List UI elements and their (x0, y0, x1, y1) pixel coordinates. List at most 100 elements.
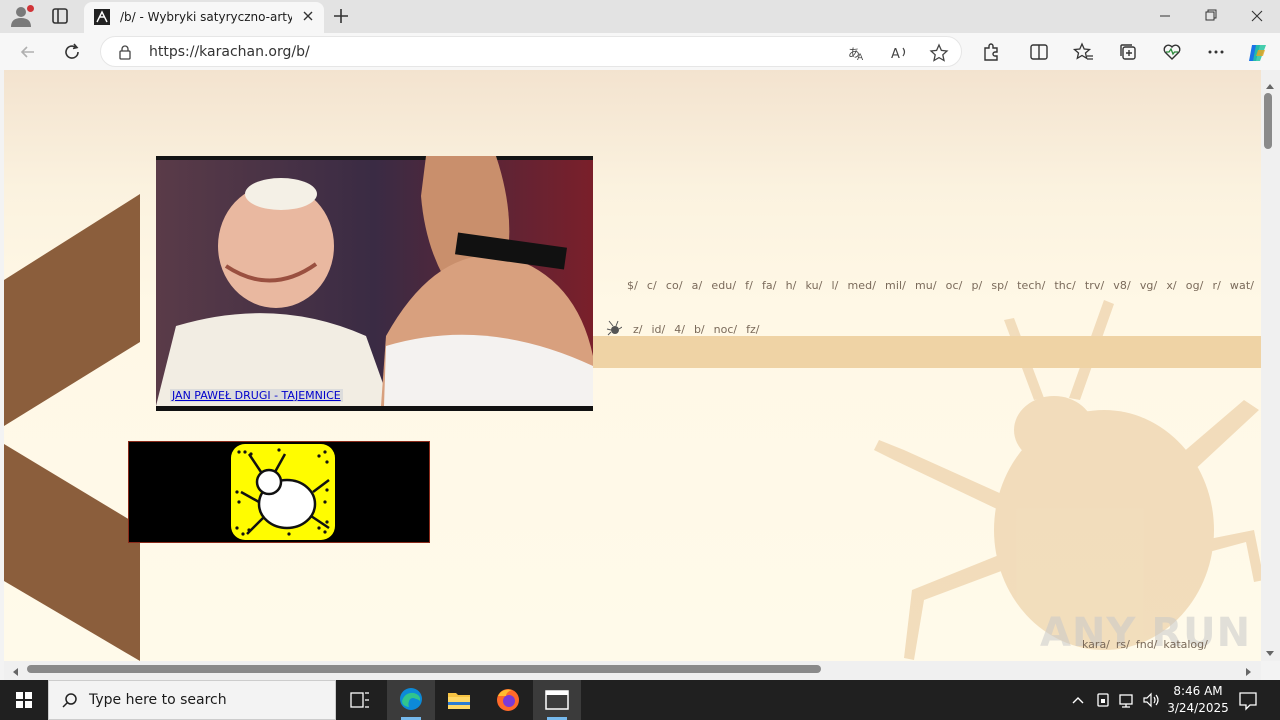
window-icon[interactable] (533, 680, 581, 720)
board-link[interactable]: noc/ (714, 323, 737, 336)
board-nav-row-2: z/id/4/b/noc/fz/ (633, 323, 768, 336)
banner-image[interactable]: JAN PAWEŁ DRUGI - TAJEMNICE (156, 156, 593, 411)
vertical-scrollbar[interactable] (1261, 70, 1280, 661)
tab-title: /b/ - Wybryki satyryczno-artystyczne (120, 10, 292, 24)
scroll-down-icon[interactable] (1264, 644, 1276, 656)
board-link[interactable]: wat/ (1230, 279, 1254, 292)
svg-text:A: A (891, 47, 900, 62)
back-arrow-icon[interactable] (16, 40, 40, 64)
board-link[interactable]: med/ (847, 279, 876, 292)
collections-icon[interactable] (1117, 41, 1139, 63)
copilot-icon[interactable] (1246, 41, 1268, 63)
footer-nav: kara/rs/fnd/katalog/ (1082, 638, 1214, 651)
board-link[interactable]: l/ (831, 279, 838, 292)
refresh-icon[interactable] (60, 40, 84, 64)
chevron-up-icon[interactable] (1068, 690, 1088, 710)
board-link[interactable]: oc/ (946, 279, 963, 292)
board-link[interactable]: og/ (1186, 279, 1204, 292)
board-link[interactable]: x/ (1166, 279, 1176, 292)
board-link[interactable]: mu/ (915, 279, 937, 292)
board-link[interactable]: ku/ (805, 279, 822, 292)
scroll-left-icon[interactable] (10, 663, 20, 676)
board-link[interactable]: tech/ (1017, 279, 1045, 292)
board-link[interactable]: sp/ (991, 279, 1008, 292)
windows-start-icon[interactable] (0, 680, 48, 720)
bug-small-icon (606, 320, 623, 336)
read-aloud-icon[interactable]: A (889, 43, 909, 63)
svg-text:A: A (857, 53, 864, 63)
board-link[interactable]: vg/ (1140, 279, 1158, 292)
board-link[interactable]: h/ (786, 279, 797, 292)
board-link[interactable]: f/ (745, 279, 753, 292)
favorites-icon[interactable] (1072, 41, 1094, 63)
heart-pulse-icon[interactable] (1161, 41, 1183, 63)
edge-icon[interactable] (387, 680, 435, 720)
header-band (593, 336, 1261, 368)
url-bar[interactable]: https://karachan.org/b/ あA A (100, 36, 962, 67)
url-text[interactable]: https://karachan.org/b/ (149, 44, 310, 60)
board-link[interactable]: a/ (692, 279, 703, 292)
vertical-scroll-thumb[interactable] (1264, 93, 1272, 149)
taskbar: Type here to search 8:46 AM 3/24/2025 (0, 680, 1280, 720)
scroll-right-icon[interactable] (1244, 663, 1254, 676)
board-link[interactable]: r/ (1212, 279, 1220, 292)
board-link[interactable]: co/ (666, 279, 683, 292)
lock-icon[interactable] (117, 44, 133, 60)
scroll-up-icon[interactable] (1264, 76, 1276, 89)
chevron-decoration-top (4, 194, 140, 426)
task-view-icon[interactable] (336, 680, 384, 720)
board-link[interactable]: z/ (633, 323, 642, 336)
search-placeholder: Type here to search (89, 692, 227, 708)
board-link[interactable]: v8/ (1113, 279, 1131, 292)
karachan-favicon-icon (94, 9, 110, 25)
file-explorer-icon[interactable] (435, 680, 483, 720)
snapcode-banner[interactable] (128, 441, 430, 543)
board-link[interactable]: mil/ (885, 279, 906, 292)
banner-caption-link[interactable]: JAN PAWEŁ DRUGI - TAJEMNICE (170, 389, 343, 402)
network-device-icon[interactable] (1093, 690, 1113, 710)
board-link[interactable]: b/ (694, 323, 705, 336)
footer-link[interactable]: rs/ (1116, 638, 1130, 651)
minimize-button[interactable] (1142, 0, 1188, 33)
taskbar-search[interactable]: Type here to search (48, 680, 336, 720)
tab-bar: /b/ - Wybryki satyryczno-artystyczne (0, 0, 1280, 33)
board-link[interactable]: p/ (971, 279, 982, 292)
board-link[interactable]: thc/ (1054, 279, 1075, 292)
volume-icon[interactable] (1141, 690, 1161, 710)
horizontal-scrollbar[interactable] (4, 661, 1261, 680)
horizontal-scroll-thumb[interactable] (27, 665, 821, 673)
tab-actions-icon[interactable] (50, 6, 70, 26)
footer-link[interactable]: kara/ (1082, 638, 1110, 651)
clock-date: 3/24/2025 (1167, 701, 1229, 715)
close-tab-icon[interactable] (300, 8, 316, 24)
footer-link[interactable]: katalog/ (1163, 638, 1207, 651)
board-link[interactable]: $/ (627, 279, 638, 292)
notification-icon[interactable] (1236, 688, 1260, 712)
tab-active[interactable]: /b/ - Wybryki satyryczno-artystyczne (84, 2, 324, 33)
chevron-decoration-bottom (4, 444, 140, 661)
board-link[interactable]: fa/ (762, 279, 777, 292)
network-icon[interactable] (1117, 690, 1137, 710)
address-bar: https://karachan.org/b/ あA A (0, 33, 1280, 70)
board-link[interactable]: id/ (651, 323, 665, 336)
translate-icon[interactable]: あA (847, 43, 867, 63)
profile-icon[interactable] (10, 5, 34, 27)
board-link[interactable]: c/ (647, 279, 657, 292)
board-link[interactable]: fz/ (746, 323, 759, 336)
board-link[interactable]: edu/ (711, 279, 736, 292)
page-viewport: JAN PAWEŁ DRUGI - TAJEMNICE $/ c/co/a/edu… (4, 70, 1261, 661)
puzzle-icon[interactable] (980, 41, 1002, 63)
star-icon[interactable] (929, 43, 949, 63)
clock-time: 8:46 AM (1173, 684, 1223, 698)
board-link[interactable]: trv/ (1085, 279, 1104, 292)
split-screen-icon[interactable] (1028, 41, 1050, 63)
restore-button[interactable] (1188, 0, 1234, 33)
more-icon[interactable] (1205, 41, 1227, 63)
notification-dot (27, 5, 34, 12)
plus-icon[interactable] (330, 5, 352, 27)
close-window-button[interactable] (1234, 0, 1280, 33)
firefox-icon[interactable] (484, 680, 532, 720)
footer-link[interactable]: fnd/ (1136, 638, 1158, 651)
taskbar-clock[interactable]: 8:46 AM 3/24/2025 (1162, 683, 1234, 717)
board-link[interactable]: 4/ (674, 323, 685, 336)
